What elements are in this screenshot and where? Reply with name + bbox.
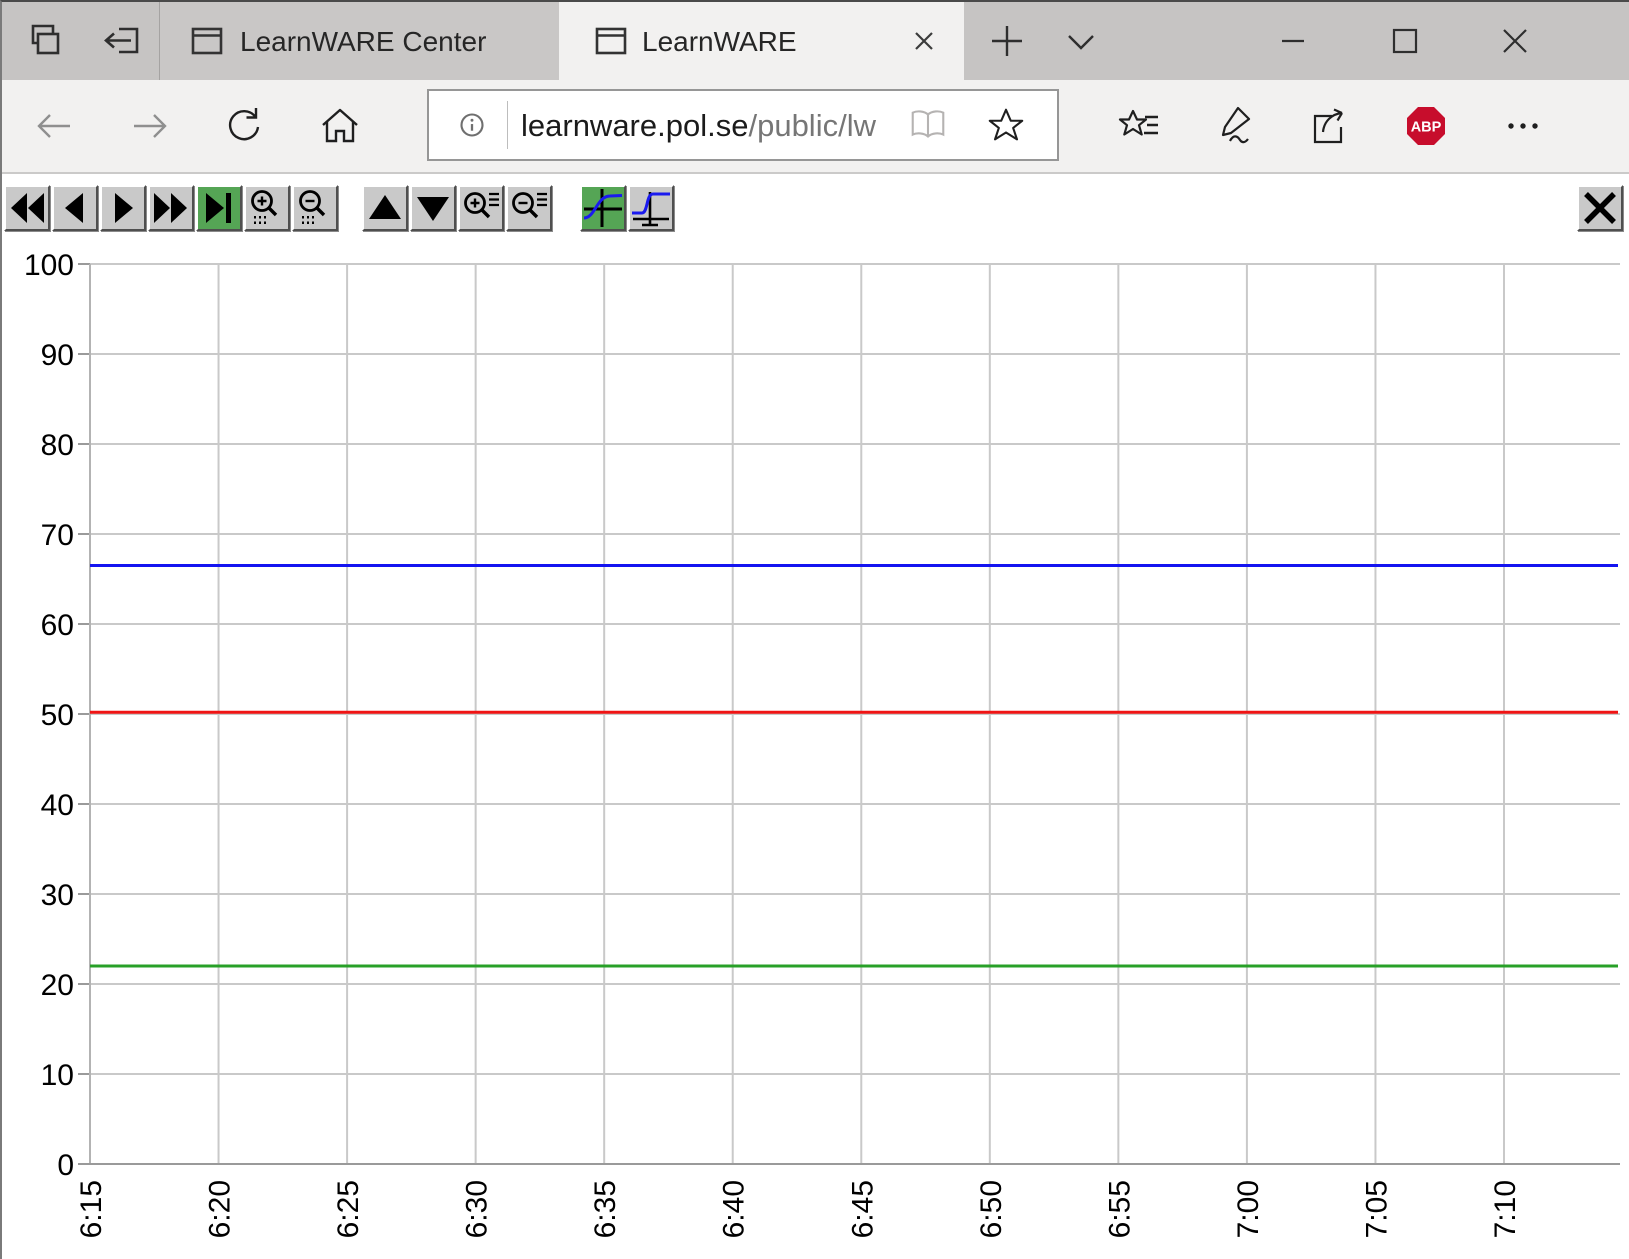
x-tick-label: 6:40 bbox=[718, 1180, 751, 1238]
scroll-up-button[interactable] bbox=[362, 185, 408, 231]
y-tick-label: 30 bbox=[41, 879, 74, 912]
home-icon[interactable] bbox=[318, 104, 362, 148]
y-tick-label: 90 bbox=[41, 339, 74, 372]
window-close-button[interactable] bbox=[1496, 22, 1534, 60]
minimize-button[interactable] bbox=[1274, 22, 1312, 60]
y-tick-label: 50 bbox=[41, 699, 74, 732]
url-domain: learnware.pol.se bbox=[521, 108, 748, 143]
tab-title: LearnWARE Center bbox=[240, 26, 486, 58]
jump-to-latest-button[interactable] bbox=[196, 185, 242, 231]
tab-bar: LearnWARE Center LearnWARE bbox=[2, 2, 1629, 80]
trend-chart[interactable]: 0 10 20 30 40 50 60 70 80 90 100 6:15 6:20 6:25 6:30 6:… bbox=[2, 233, 1629, 1259]
url-path: /public/lw bbox=[748, 108, 876, 143]
trend-chart-svg[interactable]: 0 10 20 30 40 50 60 70 80 90 100 6:15 6:20 6:25 6:30 6:… bbox=[2, 233, 1629, 1259]
y-tick-label: 0 bbox=[57, 1149, 74, 1182]
step-forward-button[interactable] bbox=[100, 185, 146, 231]
favorites-hub-icon[interactable] bbox=[1117, 104, 1161, 148]
x-tick-label: 7:10 bbox=[1489, 1180, 1522, 1238]
x-tick-label: 6:35 bbox=[589, 1180, 622, 1238]
refresh-icon[interactable] bbox=[222, 104, 266, 148]
back-icon[interactable] bbox=[32, 104, 76, 148]
url-text[interactable]: learnware.pol.se/public/lw bbox=[521, 108, 876, 144]
chart-toolbar bbox=[2, 174, 1629, 233]
step-forward-fast-button[interactable] bbox=[148, 185, 194, 231]
tab-close-icon[interactable] bbox=[909, 26, 939, 56]
step-back-button[interactable] bbox=[52, 185, 98, 231]
book-icon[interactable] bbox=[907, 105, 949, 147]
tab-learnware-center[interactable]: LearnWARE Center bbox=[160, 2, 559, 80]
more-icon[interactable] bbox=[1501, 104, 1545, 148]
web-note-icon[interactable] bbox=[1210, 104, 1254, 148]
trend-cursor-button[interactable] bbox=[580, 185, 626, 231]
new-tab-button[interactable] bbox=[985, 19, 1029, 63]
x-tick-label: 6:20 bbox=[204, 1180, 237, 1238]
adblock-badge-text: ABP bbox=[1411, 120, 1442, 136]
y-tick-label: 20 bbox=[41, 969, 74, 1002]
page-icon bbox=[188, 22, 226, 60]
browser-toolbar: learnware.pol.se/public/lw bbox=[2, 80, 1629, 174]
page-icon bbox=[592, 22, 630, 60]
x-tick-label: 7:00 bbox=[1232, 1180, 1265, 1238]
tab-title: LearnWARE bbox=[642, 26, 797, 58]
scroll-down-button[interactable] bbox=[410, 185, 456, 231]
maximize-button[interactable] bbox=[1386, 22, 1424, 60]
y-tick-label: 60 bbox=[41, 609, 74, 642]
zoom-in-time-button[interactable] bbox=[244, 185, 290, 231]
x-tick-label: 6:50 bbox=[975, 1180, 1008, 1238]
tab-learnware[interactable]: LearnWARE bbox=[559, 2, 964, 80]
y-tick-label: 10 bbox=[41, 1059, 74, 1092]
star-icon[interactable] bbox=[985, 105, 1027, 147]
adblock-icon[interactable]: ABP bbox=[1404, 104, 1448, 148]
share-icon[interactable] bbox=[1307, 104, 1351, 148]
x-tick-label: 6:55 bbox=[1103, 1180, 1136, 1238]
address-separator bbox=[507, 101, 508, 149]
y-tick-label: 70 bbox=[41, 519, 74, 552]
x-tick-label: 6:30 bbox=[461, 1180, 494, 1238]
browser-window: LearnWARE Center LearnWARE bbox=[0, 0, 1629, 1259]
step-back-fast-button[interactable] bbox=[4, 185, 50, 231]
chevron-down-icon[interactable] bbox=[1059, 19, 1103, 63]
x-tick-label: 6:45 bbox=[846, 1180, 879, 1238]
x-tick-label: 6:25 bbox=[332, 1180, 365, 1238]
curve-style-button[interactable] bbox=[628, 185, 674, 231]
tab-preview-icon[interactable] bbox=[25, 19, 69, 63]
address-bar[interactable]: learnware.pol.se/public/lw bbox=[427, 89, 1059, 161]
forward-icon[interactable] bbox=[128, 104, 172, 148]
x-tick-label: 6:15 bbox=[75, 1180, 108, 1238]
zoom-in-value-button[interactable] bbox=[458, 185, 504, 231]
x-tick-label: 7:05 bbox=[1360, 1180, 1393, 1238]
y-tick-label: 100 bbox=[24, 249, 74, 282]
y-tick-label: 80 bbox=[41, 429, 74, 462]
zoom-out-time-button[interactable] bbox=[292, 185, 338, 231]
y-tick-label: 40 bbox=[41, 789, 74, 822]
close-trend-button[interactable] bbox=[1577, 185, 1623, 231]
zoom-out-value-button[interactable] bbox=[506, 185, 552, 231]
info-icon[interactable] bbox=[451, 104, 493, 146]
set-tabs-aside-icon[interactable] bbox=[100, 19, 144, 63]
